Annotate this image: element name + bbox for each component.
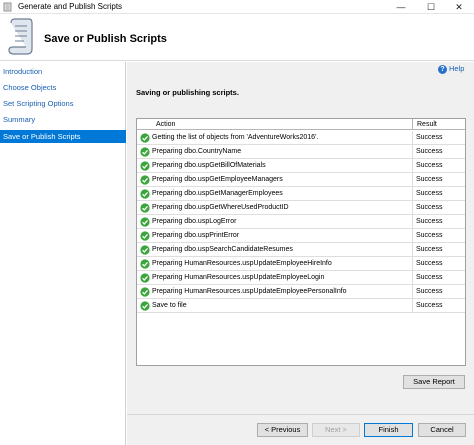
- next-button[interactable]: Next >: [312, 423, 360, 437]
- finish-button[interactable]: Finish: [364, 423, 413, 437]
- app-icon: [3, 2, 12, 12]
- row-result-text: Success: [416, 232, 443, 239]
- success-check-icon: [140, 287, 150, 297]
- footer-divider: [127, 414, 474, 415]
- column-header-result[interactable]: Result: [414, 119, 465, 130]
- row-action-text: Preparing HumanResources.uspUpdateEmploy…: [152, 257, 413, 271]
- title-bar: Generate and Publish Scripts — ☐ ✕: [0, 0, 474, 14]
- sidebar-item-summary[interactable]: Summary: [0, 113, 126, 126]
- column-header-action[interactable]: Action: [137, 119, 413, 130]
- row-action-text: Preparing dbo.uspGetWhereUsedProductID: [152, 201, 413, 215]
- table-row[interactable]: Save to file Success: [137, 299, 465, 313]
- row-action-text: Getting the list of objects from 'Advent…: [152, 131, 413, 145]
- success-check-icon: [140, 259, 150, 269]
- row-result-text: Success: [416, 148, 443, 155]
- grid-header: Action Result: [137, 119, 465, 130]
- help-link[interactable]: ? Help: [438, 63, 464, 75]
- success-check-icon: [140, 175, 150, 185]
- sidebar-item-choose-objects[interactable]: Choose Objects: [0, 81, 126, 94]
- row-action-text: Preparing dbo.uspGetBillOfMaterials: [152, 159, 413, 173]
- table-row[interactable]: Preparing dbo.uspGetWhereUsedProductID Su…: [137, 201, 465, 215]
- help-icon: ?: [438, 64, 447, 74]
- wizard-sidebar: Introduction Choose Objects Set Scriptin…: [0, 62, 126, 445]
- minimize-button[interactable]: —: [386, 0, 416, 14]
- sidebar-item-save-or-publish-scripts[interactable]: Save or Publish Scripts: [0, 130, 126, 143]
- close-button[interactable]: ✕: [444, 0, 474, 14]
- table-row[interactable]: Preparing dbo.uspPrintError Success: [137, 229, 465, 243]
- table-row[interactable]: Preparing dbo.uspGetManagerEmployees Succ…: [137, 187, 465, 201]
- row-result-text: Success: [416, 288, 443, 295]
- row-action-text: Preparing dbo.uspGetManagerEmployees: [152, 187, 413, 201]
- previous-button[interactable]: < Previous: [257, 423, 308, 437]
- status-message: Saving or publishing scripts.: [136, 88, 239, 97]
- row-result-text: Success: [416, 246, 443, 253]
- help-label: Help: [449, 64, 465, 73]
- results-grid[interactable]: Action Result Getting the list of object…: [136, 118, 466, 366]
- row-action-text: Preparing dbo.uspPrintError: [152, 229, 413, 243]
- sidebar-item-introduction[interactable]: Introduction: [0, 65, 126, 78]
- table-row[interactable]: Preparing dbo.uspLogError Success: [137, 215, 465, 229]
- success-check-icon: [140, 273, 150, 283]
- row-action-text: Preparing HumanResources.uspUpdateEmploy…: [152, 271, 413, 285]
- success-check-icon: [140, 189, 150, 199]
- success-check-icon: [140, 231, 150, 241]
- maximize-button[interactable]: ☐: [416, 0, 446, 14]
- window-title: Generate and Publish Scripts: [18, 2, 123, 11]
- row-result-text: Success: [416, 190, 443, 197]
- row-result-text: Success: [416, 204, 443, 211]
- success-check-icon: [140, 217, 150, 227]
- row-action-text: Preparing dbo.CountryName: [152, 145, 413, 159]
- table-row[interactable]: Preparing dbo.CountryName Success: [137, 145, 465, 159]
- success-check-icon: [140, 161, 150, 171]
- success-check-icon: [140, 245, 150, 255]
- success-check-icon: [140, 147, 150, 157]
- cancel-button[interactable]: Cancel: [418, 423, 466, 437]
- row-result-text: Success: [416, 176, 443, 183]
- row-action-text: Preparing dbo.uspGetEmployeeManagers: [152, 173, 413, 187]
- row-result-text: Success: [416, 302, 443, 309]
- table-row[interactable]: Preparing HumanResources.uspUpdateEmploy…: [137, 257, 465, 271]
- table-row[interactable]: Preparing dbo.uspSearchCandidateResumes S…: [137, 243, 465, 257]
- row-action-text: Preparing HumanResources.uspUpdateEmploy…: [152, 285, 413, 299]
- row-action-text: Preparing dbo.uspSearchCandidateResumes: [152, 243, 413, 257]
- row-result-text: Success: [416, 260, 443, 267]
- table-row[interactable]: Preparing dbo.uspGetEmployeeManagers Succ…: [137, 173, 465, 187]
- success-check-icon: [140, 203, 150, 213]
- sidebar-item-set-scripting-options[interactable]: Set Scripting Options: [0, 97, 126, 110]
- row-action-text: Save to file: [152, 299, 413, 313]
- row-result-text: Success: [416, 218, 443, 225]
- row-result-text: Success: [416, 134, 443, 141]
- scroll-icon: [8, 18, 33, 55]
- table-row[interactable]: Preparing HumanResources.uspUpdateEmploy…: [137, 271, 465, 285]
- success-check-icon: [140, 301, 150, 311]
- save-report-button[interactable]: Save Report: [403, 375, 465, 389]
- row-action-text: Preparing dbo.uspLogError: [152, 215, 413, 229]
- table-row[interactable]: Preparing HumanResources.uspUpdateEmploy…: [137, 285, 465, 299]
- table-row[interactable]: Getting the list of objects from 'Advent…: [137, 131, 465, 145]
- wizard-header: Save or Publish Scripts: [0, 15, 474, 61]
- row-result-text: Success: [416, 162, 443, 169]
- table-row[interactable]: Preparing dbo.uspGetBillOfMaterials Succe…: [137, 159, 465, 173]
- page-title: Save or Publish Scripts: [44, 33, 167, 45]
- row-result-text: Success: [416, 274, 443, 281]
- success-check-icon: [140, 133, 150, 143]
